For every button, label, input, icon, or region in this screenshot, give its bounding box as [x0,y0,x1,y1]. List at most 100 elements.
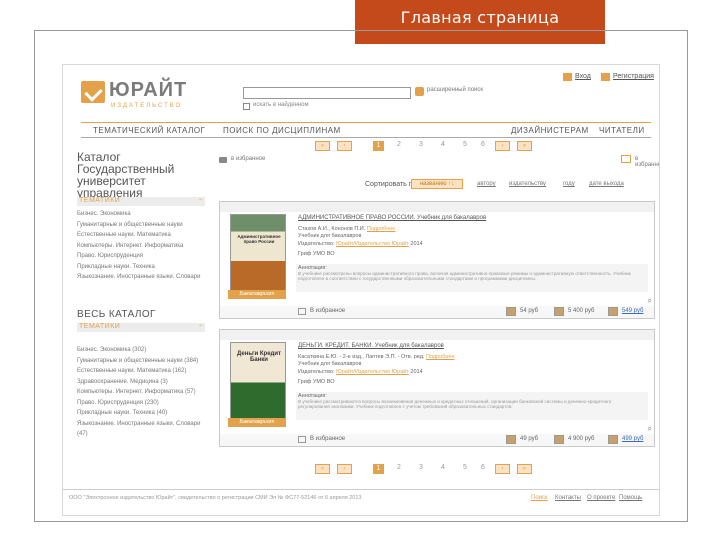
pager-last-button[interactable]: » [517,464,532,474]
price-link[interactable]: 549 руб [622,308,643,314]
pager-page[interactable]: 4 [441,141,445,148]
list-item[interactable]: Бизнес. Экономика [77,209,209,220]
favorite-icon[interactable] [621,155,631,163]
login-icon[interactable] [563,73,572,81]
book-cover[interactable]: Административное право России [230,214,286,298]
footer-about-link[interactable]: О проекте [587,495,615,501]
pager-page[interactable]: 3 [419,141,423,148]
price-icon[interactable] [608,307,618,316]
register-icon[interactable] [601,73,610,81]
book-type: Учебник для бакалавров [298,233,362,239]
pager-page[interactable]: 6 [481,141,485,148]
pager-first-button[interactable]: « [315,141,330,151]
search-icon[interactable] [415,87,424,96]
bachelor-badge: Бакалавриат [228,418,286,427]
list-item[interactable]: Компьютеры. Интернет. Информатика (57) [77,387,209,398]
card-footer: ⌕ В избранное 54 руб 5 400 руб 549 руб [220,296,654,318]
price-link[interactable]: 499 руб [622,436,643,442]
price-icon[interactable] [608,435,618,444]
sort-by-year[interactable]: году [563,181,575,187]
price-bulk[interactable]: 5 400 руб [568,308,594,314]
pager-page[interactable]: 2 [397,464,401,471]
list-item[interactable]: Гуманитарные и общественные науки (384) [77,356,209,367]
favorite-icon[interactable] [298,308,306,315]
book-grif: Гриф УМО ВО [298,379,335,385]
full-catalog-title: ВЕСЬ КАТАЛОГ [77,309,156,320]
sort-by-publisher[interactable]: издательству [509,181,546,187]
favorite-icon[interactable] [298,436,306,443]
price-single[interactable]: 54 руб [520,308,538,314]
list-item[interactable]: Языкознание. Иностранные языки. Словари [77,272,209,283]
pager-next-button[interactable]: › [495,464,510,474]
list-item[interactable]: Гуманитарные и общественные науки [77,220,209,231]
pager-current-page[interactable]: 1 [373,141,384,151]
pager-prev-button[interactable]: ‹ [337,141,352,151]
logo-sub: ИЗДАТЕЛЬСТВО [111,103,183,109]
pager-page[interactable]: 3 [419,464,423,471]
pager-page[interactable]: 6 [481,464,485,471]
footer-search-link[interactable]: Поиск [531,495,548,501]
collapse-icon[interactable]: ⌃ [198,198,203,205]
cart-label[interactable]: в избранное [231,156,265,162]
pager-page[interactable]: 5 [463,464,467,471]
collapse-icon[interactable]: ⌃ [198,324,203,331]
book-title-link[interactable]: АДМИНИСТРАТИВНОЕ ПРАВО РОССИИ. Учебник д… [298,215,648,221]
sort-by-release-date[interactable]: дате выхода [589,181,624,187]
nav-designers[interactable]: ДИЗАЙНИСТЕРАМ [511,126,589,135]
cart-icon[interactable] [219,157,227,163]
price-icon[interactable] [554,307,564,316]
publisher-link[interactable]: Юрайт/Издательство Юрайт [336,241,409,247]
book-type: Учебник для бакалавров [298,361,362,367]
pager-page[interactable]: 5 [463,141,467,148]
list-item[interactable]: Здравоохранение. Медицина (3) [77,377,209,388]
list-item[interactable]: Прикладные науки. Техника [77,262,209,273]
nav-readers[interactable]: ЧИТАТЕЛИ [599,126,645,135]
details-link[interactable]: Подробнее [367,226,396,232]
pager-first-button[interactable]: « [315,464,330,474]
pager-page[interactable]: 2 [397,141,401,148]
advanced-search-link[interactable]: расширенный поиск [427,87,483,93]
list-item[interactable]: Естественные науки. Математика (162) [77,366,209,377]
add-favorite-link[interactable]: В избранное [310,308,345,314]
list-item[interactable]: Естественные науки. Математика [77,230,209,241]
section-bar-topics[interactable]: ТЕМАТИКИ ⌃ [77,197,205,206]
pager-next-button[interactable]: › [495,141,510,151]
price-icon[interactable] [506,307,516,316]
price-single[interactable]: 49 руб [520,436,538,442]
details-link[interactable]: Подробнее [426,354,455,360]
nav-search-by-discipline[interactable]: ПОИСК ПО ДИСЦИПЛИНАМ [223,126,341,135]
list-item[interactable]: Компьютеры. Интернет. Информатика [77,241,209,252]
expand-icon[interactable]: ⌕ [648,424,652,434]
pager-prev-button[interactable]: ‹ [337,464,352,474]
book-title-link[interactable]: ДЕНЬГИ. КРЕДИТ. БАНКИ. Учебник для бакал… [298,343,648,349]
list-item[interactable]: Право. Юриспруденция (230) [77,398,209,409]
book-card: Административное право России Бакалавриа… [219,201,655,319]
list-item[interactable]: Прикладные науки. Техника (40) [77,408,209,419]
price-bulk[interactable]: 4 900 руб [568,436,594,442]
register-link[interactable]: Регистрация [613,73,654,80]
search-input[interactable] [243,87,411,99]
price-icon[interactable] [554,435,564,444]
sort-by-author[interactable]: автору [477,181,496,187]
footer-help-link[interactable]: Помощь [619,495,642,501]
pager-current-page[interactable]: 1 [373,464,384,474]
price-icon[interactable] [506,435,516,444]
list-item[interactable]: Языкознание. Иностранные языки. Словари … [77,419,209,440]
footer-contacts-link[interactable]: Контакты [555,495,581,501]
list-item[interactable]: Бизнес. Экономика (302) [77,345,209,356]
login-link[interactable]: Вход [575,73,591,80]
add-favorite-link[interactable]: В избранное [310,436,345,442]
publisher-label: Издательство: [298,241,335,247]
nav-thematic-catalog[interactable]: ТЕМАТИЧЕСКИЙ КАТАЛОГ [93,126,205,135]
publisher-link[interactable]: Юрайт/Издательство Юрайт [336,369,409,375]
section-bar-full-topics[interactable]: ТЕМАТИКИ ⌃ [77,323,205,332]
logo[interactable]: ЮРАЙТ ИЗДАТЕЛЬСТВО [81,79,201,109]
search-in-results-checkbox[interactable] [243,103,250,110]
pager-last-button[interactable]: » [517,141,532,151]
pager-page[interactable]: 4 [441,464,445,471]
favorite-label[interactable]: в избранное [635,156,659,168]
list-item[interactable]: Право. Юриспруденция [77,251,209,262]
sort-by-title-button[interactable]: названию ↑↓ [411,179,463,189]
expand-icon[interactable]: ⌕ [648,296,652,306]
book-cover[interactable]: Деньги Кредит Банки [230,342,286,426]
